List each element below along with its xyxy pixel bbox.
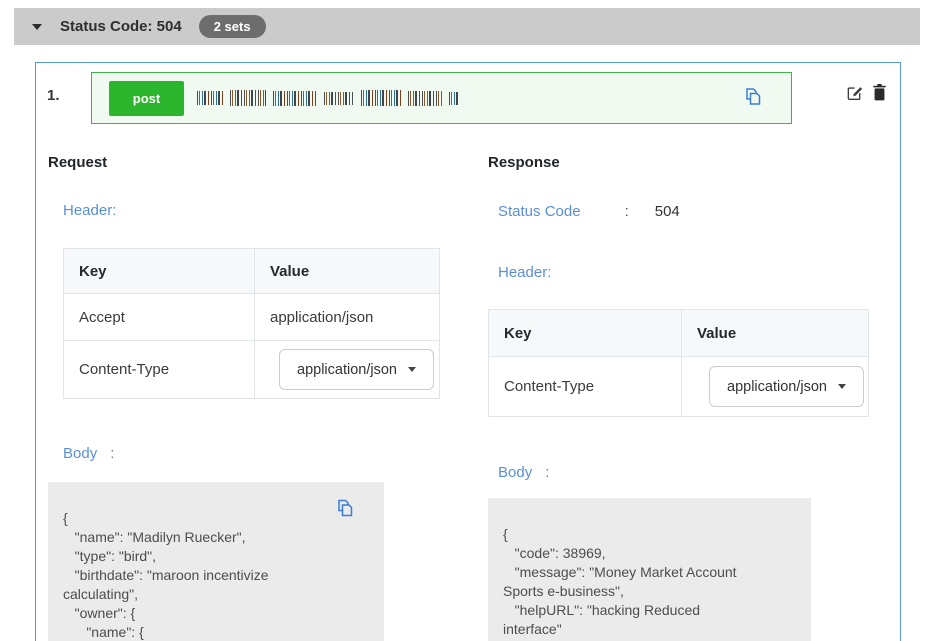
response-section-title: Response [488, 154, 560, 171]
request-header-value: application/json [255, 294, 440, 341]
delete-button[interactable] [869, 83, 889, 103]
copy-icon [335, 498, 355, 518]
accordion-header[interactable]: Status Code: 504 2 sets [14, 8, 920, 45]
status-code-colon: : [625, 203, 629, 220]
url-masked-segment [273, 91, 317, 106]
chevron-down-icon [838, 384, 846, 389]
response-header-key: Content-Type [489, 357, 682, 417]
response-body-label-line: Body : [498, 464, 549, 481]
copy-icon [743, 87, 763, 107]
response-headers-table: Key Value Content-Type application/json [488, 309, 869, 417]
trash-icon [871, 83, 888, 102]
response-table-key-header: Key [489, 310, 682, 357]
entry-index: 1. [47, 87, 60, 104]
url-masked-segment [197, 91, 223, 105]
request-section-title: Request [48, 154, 107, 171]
request-table-key-header: Key [64, 249, 255, 294]
request-body-colon: : [110, 445, 114, 462]
url-masked-segment [324, 92, 354, 105]
method-badge: post [109, 81, 184, 116]
request-table-value-header: Value [255, 249, 440, 294]
request-body-box: { "name": "Madilyn Ruecker", "type": "bi… [48, 482, 384, 641]
response-header-label: Header: [498, 264, 551, 281]
request-header-key: Accept [64, 294, 255, 341]
response-table-value-header: Value [682, 310, 869, 357]
chevron-down-icon [408, 367, 416, 372]
status-code-label: Status Code [498, 203, 581, 220]
response-content-type-selected: application/json [727, 379, 827, 395]
entry-summary-row[interactable]: post [91, 72, 792, 124]
response-status-line: Status Code : 504 [498, 203, 680, 220]
request-content-type-selected: application/json [297, 362, 397, 378]
response-body-colon: : [545, 464, 549, 481]
copy-request-body-button[interactable] [335, 498, 355, 521]
edit-button[interactable] [844, 83, 864, 103]
status-code-value: 504 [655, 203, 680, 220]
accordion-title: Status Code: 504 [60, 18, 182, 35]
request-body-label-line: Body : [63, 445, 114, 462]
request-content-type-select[interactable]: application/json [279, 349, 434, 390]
response-content-type-select[interactable]: application/json [709, 366, 864, 407]
sets-count-badge: 2 sets [199, 15, 266, 38]
url-masked-segment [361, 90, 401, 106]
caret-down-icon[interactable] [32, 24, 42, 30]
url-masked-segment [408, 91, 442, 106]
response-body-json: { "code": 38969, "message": "Money Marke… [488, 498, 811, 641]
response-body-box: { "code": 38969, "message": "Money Marke… [488, 498, 811, 641]
request-header-label: Header: [63, 202, 116, 219]
url-masked-segment [230, 90, 266, 106]
request-body-label: Body [63, 445, 97, 462]
request-header-row: Accept application/json [64, 294, 440, 341]
copy-url-button[interactable] [743, 87, 763, 110]
entry-card: 1. post [35, 62, 901, 641]
request-header-key: Content-Type [64, 341, 255, 399]
url-masked [197, 90, 459, 106]
response-body-label: Body [498, 464, 532, 481]
request-headers-table: Key Value Accept application/json Conten… [63, 248, 440, 399]
request-body-json: { "name": "Madilyn Ruecker", "type": "bi… [48, 482, 384, 641]
edit-pencil-icon [845, 83, 864, 102]
response-header-row: Content-Type application/json [489, 357, 869, 417]
url-masked-segment [449, 92, 459, 105]
request-header-row: Content-Type application/json [64, 341, 440, 399]
